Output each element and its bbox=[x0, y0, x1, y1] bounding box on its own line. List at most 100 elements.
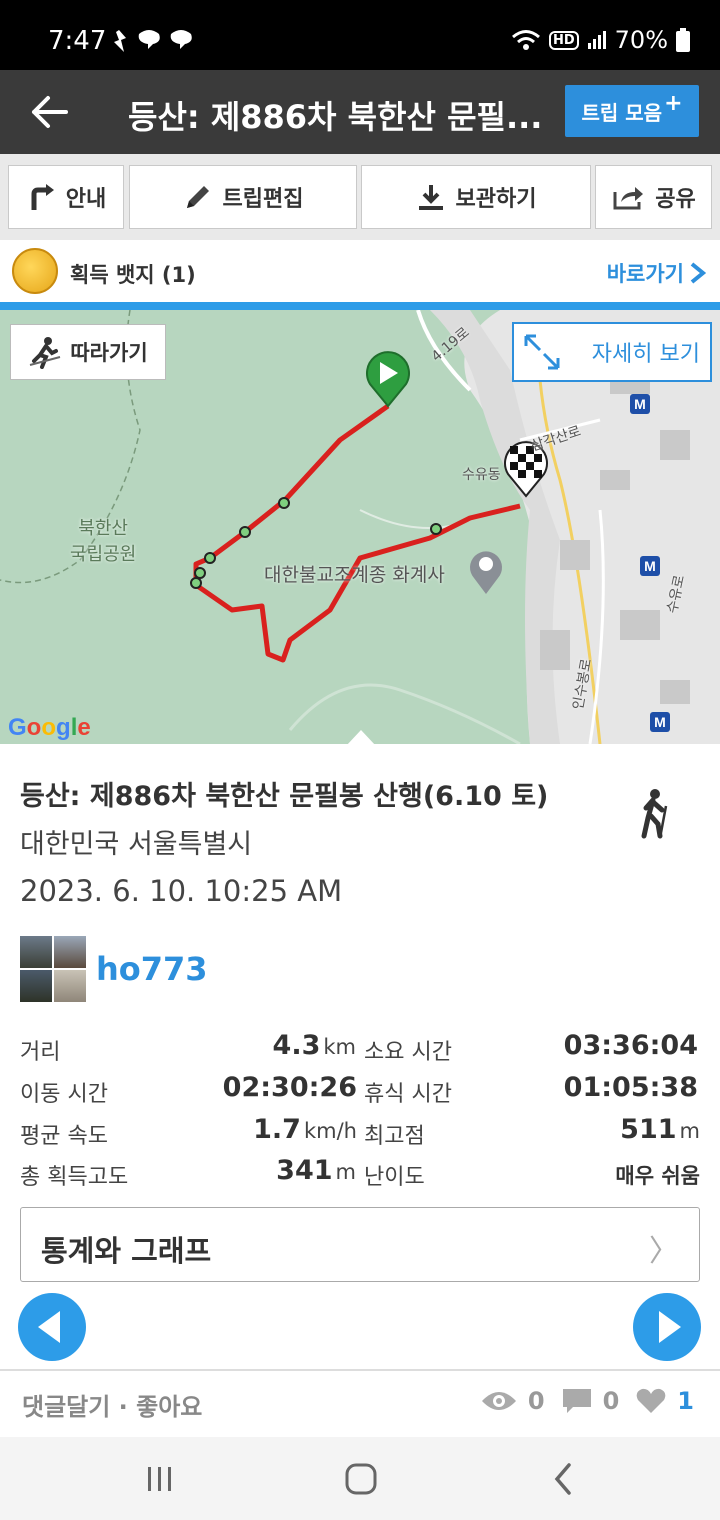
status-bar: 7:47 HD 70% bbox=[0, 0, 720, 70]
avg-speed-unit: km/h bbox=[303, 1119, 357, 1143]
distance-number: 4.3 bbox=[272, 1030, 321, 1061]
next-trip-button[interactable] bbox=[633, 1293, 701, 1361]
duration-label: 소요 시간 bbox=[364, 1040, 452, 1065]
rest-time-value: 01:05:38 bbox=[563, 1072, 698, 1103]
difficulty-value: 매우 쉬움 bbox=[615, 1164, 700, 1188]
share-button[interactable]: 공유 bbox=[595, 165, 712, 229]
triangle-left-icon bbox=[38, 1311, 60, 1343]
status-time: 7:47 bbox=[48, 26, 107, 56]
view-detail-label: 자세히 보기 bbox=[591, 342, 700, 367]
follow-button[interactable]: 따라가기 bbox=[10, 324, 166, 380]
map-label-suyu-dong: 수유동 bbox=[462, 467, 501, 483]
max-altitude-label: 최고점 bbox=[364, 1124, 425, 1149]
avatar-photo bbox=[20, 970, 52, 1002]
avatar-photo bbox=[20, 936, 52, 968]
guide-button[interactable]: 안내 bbox=[8, 165, 124, 229]
back-icon[interactable] bbox=[543, 1459, 583, 1499]
map-pointer bbox=[347, 730, 375, 744]
elevation-gain-number: 341 bbox=[276, 1155, 333, 1186]
download-icon bbox=[418, 185, 443, 210]
recent-apps-icon[interactable] bbox=[140, 1459, 180, 1499]
share-icon bbox=[613, 187, 644, 210]
hiker-icon bbox=[30, 337, 61, 369]
follow-label: 따라가기 bbox=[70, 341, 148, 365]
app-header: 등산: 제886차 북한산 문필... 트립 모음 + bbox=[0, 70, 720, 154]
comment-count: 0 bbox=[602, 1387, 620, 1415]
notification-icon bbox=[114, 30, 126, 52]
comment-like-link[interactable]: 댓글달기 · 좋아요 bbox=[22, 1387, 202, 1422]
save-label: 보관하기 bbox=[455, 187, 537, 212]
badge-row[interactable]: 획득 뱃지 (1) 바로가기 bbox=[0, 240, 720, 302]
system-navigation-bar bbox=[0, 1437, 720, 1520]
route-map[interactable]: M M M 북한산 국립공원 대한불교조계종 화계사 4.19로 삼각산로 수유… bbox=[0, 310, 720, 744]
notification-icons bbox=[108, 28, 194, 54]
signal-icon bbox=[587, 31, 606, 49]
duration-value: 03:36:04 bbox=[563, 1030, 698, 1061]
avatar-photo bbox=[54, 936, 86, 968]
map-label-temple: 대한불교조계종 화계사 bbox=[264, 564, 445, 586]
badge-count-label: 획득 뱃지 (1) bbox=[70, 263, 196, 287]
guide-label: 안내 bbox=[65, 187, 107, 212]
home-icon[interactable] bbox=[341, 1459, 381, 1499]
stats-graph-label: 통계와 그래프 bbox=[41, 1234, 212, 1268]
back-arrow-icon[interactable] bbox=[30, 94, 70, 130]
stats-graph-button[interactable]: 통계와 그래프 〉 bbox=[20, 1207, 700, 1282]
edit-trip-button[interactable]: 트립편집 bbox=[129, 165, 357, 229]
elevation-gain-label: 총 획득고도 bbox=[20, 1165, 129, 1190]
avatar-photo bbox=[54, 970, 86, 1002]
svg-text:M: M bbox=[634, 396, 646, 412]
hiking-activity-icon bbox=[641, 789, 668, 839]
save-button[interactable]: 보관하기 bbox=[361, 165, 591, 229]
avg-speed-value: 1.7 km/h bbox=[220, 1114, 357, 1145]
chat-bubble-icon bbox=[138, 30, 160, 49]
edit-trip-label: 트립편집 bbox=[222, 187, 304, 212]
avatar[interactable] bbox=[20, 936, 86, 1002]
max-altitude-unit: m bbox=[679, 1119, 700, 1143]
avg-speed-label: 평균 속도 bbox=[20, 1124, 108, 1149]
svg-text:M: M bbox=[654, 714, 666, 730]
moving-time-label: 이동 시간 bbox=[20, 1082, 108, 1107]
trip-collection-button[interactable]: 트립 모음 + bbox=[565, 85, 699, 137]
expand-icon bbox=[524, 334, 560, 370]
distance-label: 거리 bbox=[20, 1040, 61, 1065]
battery-percent: 70% bbox=[614, 26, 668, 54]
chevron-right-icon bbox=[690, 262, 706, 284]
divider bbox=[0, 302, 720, 310]
google-logo: Google bbox=[8, 714, 91, 741]
badge-goto-link[interactable]: 바로가기 bbox=[607, 258, 706, 288]
max-altitude-number: 511 bbox=[620, 1114, 677, 1145]
heart-icon[interactable] bbox=[635, 1387, 667, 1415]
pencil-icon bbox=[186, 186, 209, 208]
difficulty-label: 난이도 bbox=[364, 1165, 425, 1190]
social-footer: 댓글달기 · 좋아요 0 0 1 bbox=[0, 1371, 720, 1437]
status-right: HD 70% bbox=[511, 26, 690, 54]
view-detail-button[interactable]: 자세히 보기 bbox=[512, 322, 712, 382]
chevron-right-icon: 〉 bbox=[649, 1234, 679, 1269]
eye-icon bbox=[481, 1392, 516, 1410]
trip-location: 대한민국 서울특별시 bbox=[20, 829, 253, 860]
elevation-gain-unit: m bbox=[335, 1160, 356, 1184]
moving-time-value: 02:30:26 bbox=[222, 1072, 357, 1103]
trip-collection-label: 트립 모음 bbox=[581, 100, 663, 125]
distance-unit: km bbox=[323, 1035, 356, 1059]
social-counts: 0 0 1 bbox=[480, 1387, 694, 1415]
battery-icon bbox=[676, 28, 690, 52]
chat-bubble-icon bbox=[170, 30, 192, 49]
like-count: 1 bbox=[677, 1387, 694, 1415]
distance-value: 4.3 km bbox=[250, 1030, 356, 1061]
page-title: 등산: 제886차 북한산 문필... bbox=[128, 98, 543, 136]
rest-time-label: 휴식 시간 bbox=[364, 1082, 452, 1107]
view-count: 0 bbox=[527, 1387, 545, 1415]
wifi-icon bbox=[512, 30, 540, 50]
hd-icon: HD bbox=[548, 30, 579, 50]
comment-icon[interactable] bbox=[561, 1387, 593, 1415]
badge-medal-icon bbox=[12, 248, 58, 294]
avg-speed-number: 1.7 bbox=[253, 1114, 301, 1145]
username-link[interactable]: ho773 bbox=[96, 950, 208, 988]
trip-title: 등산: 제886차 북한산 문필봉 산행(6.10 토) bbox=[20, 781, 549, 812]
action-toolbar: 안내 트립편집 보관하기 공유 bbox=[0, 154, 720, 240]
turn-right-icon bbox=[31, 184, 54, 210]
goto-label: 바로가기 bbox=[606, 262, 684, 286]
previous-trip-button[interactable] bbox=[18, 1293, 86, 1361]
elevation-gain-value: 341 m bbox=[250, 1155, 356, 1186]
